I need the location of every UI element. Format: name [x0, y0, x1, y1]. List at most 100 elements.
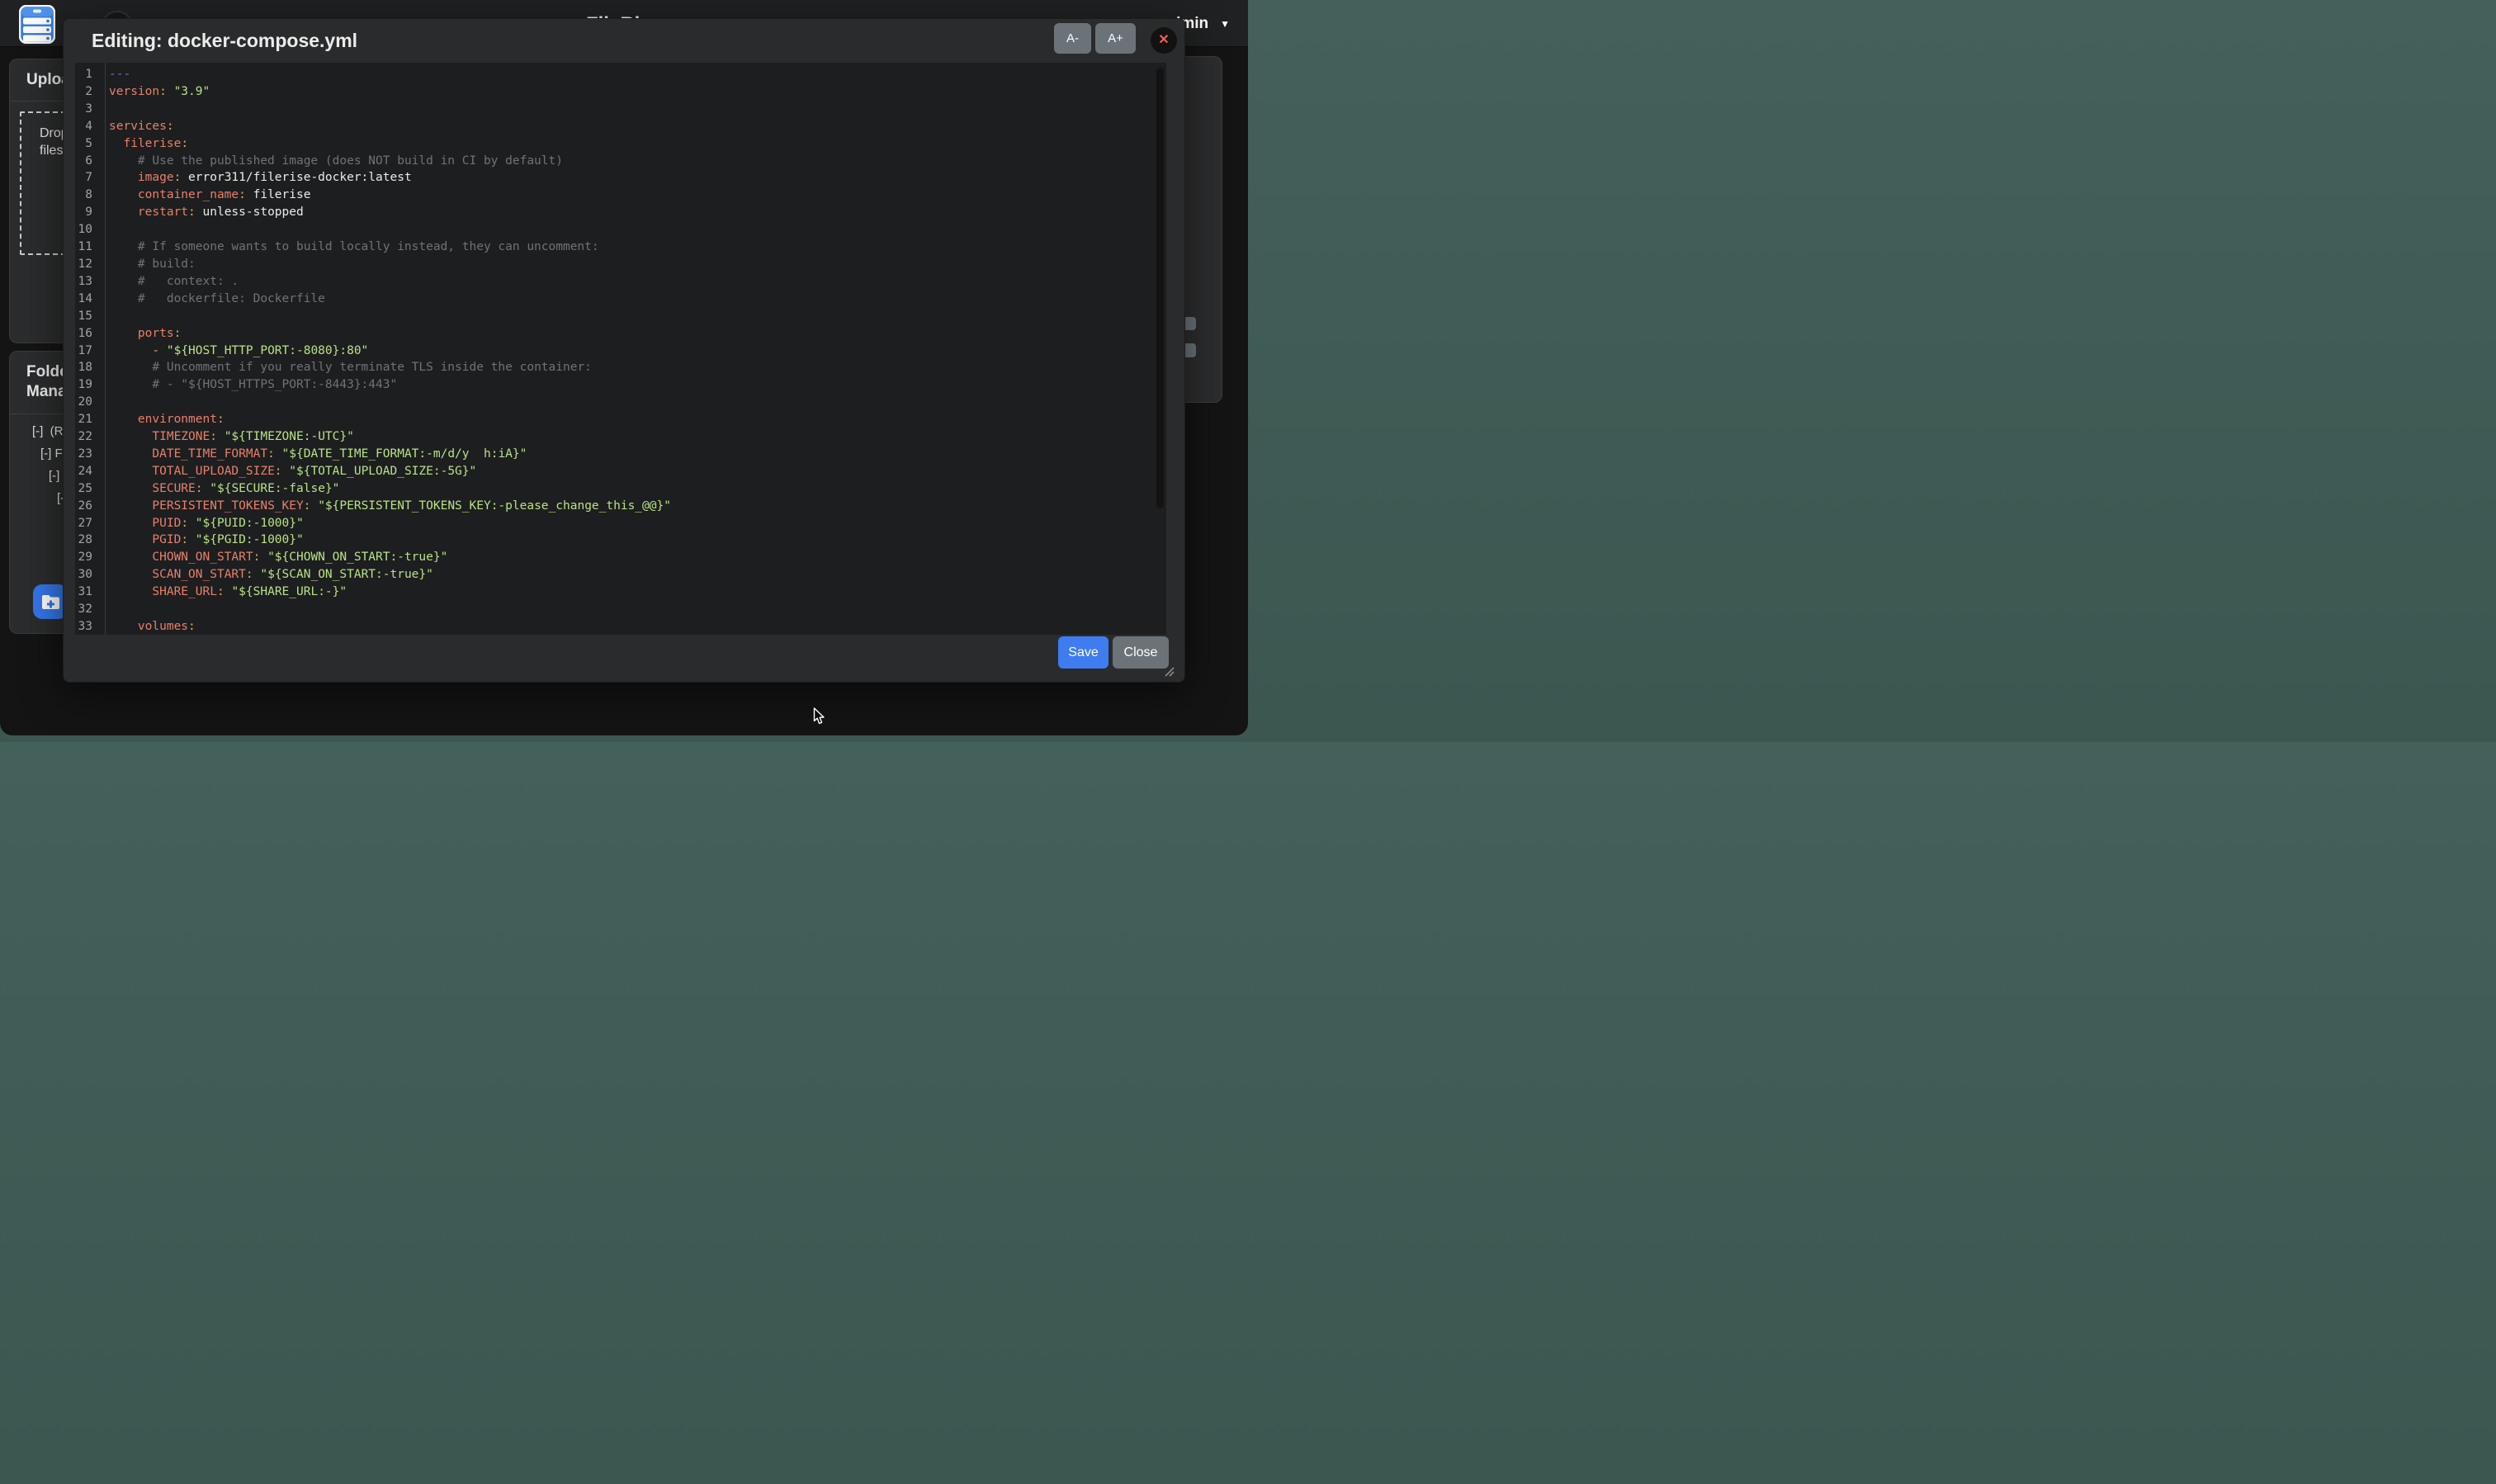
- line-number: 4: [75, 118, 100, 135]
- code-line[interactable]: 18 # Uncomment if you really terminate T…: [75, 359, 1155, 376]
- code-text: [100, 394, 109, 411]
- line-number: 23: [75, 446, 100, 463]
- code-text: SHARE_URL: "${SHARE_URL:-}": [100, 584, 347, 601]
- line-number: 32: [75, 601, 100, 618]
- line-number: 9: [75, 204, 100, 221]
- code-text: CHOWN_ON_START: "${CHOWN_ON_START:-true}…: [100, 549, 447, 566]
- code-line[interactable]: 17 - "${HOST_HTTP_PORT:-8080}:80": [75, 343, 1155, 360]
- line-number: 28: [75, 532, 100, 549]
- code-line[interactable]: 25 SECURE: "${SECURE:-false}": [75, 480, 1155, 498]
- code-line[interactable]: 19 # - "${HOST_HTTPS_PORT:-8443}:443": [75, 376, 1155, 394]
- line-number: 30: [75, 566, 100, 584]
- code-editor[interactable]: 1---2version: "3.9"34services:5 filerise…: [75, 63, 1166, 635]
- line-number: 5: [75, 135, 100, 153]
- code-line[interactable]: 23 DATE_TIME_FORMAT: "${DATE_TIME_FORMAT…: [75, 446, 1155, 463]
- code-text: [100, 601, 109, 618]
- code-line[interactable]: 3: [75, 101, 1155, 118]
- resize-handle[interactable]: [1162, 664, 1175, 677]
- code-lines: 1---2version: "3.9"34services:5 filerise…: [75, 66, 1155, 635]
- line-number: 22: [75, 428, 100, 446]
- code-line[interactable]: 33 volumes:: [75, 618, 1155, 635]
- code-text: [100, 308, 109, 325]
- line-number: 13: [75, 273, 100, 291]
- line-number: 2: [75, 83, 100, 101]
- line-number: 15: [75, 308, 100, 325]
- code-text: PGID: "${PGID:-1000}": [100, 532, 304, 549]
- code-text: # build:: [100, 256, 196, 273]
- code-text: image: error311/filerise-docker:latest: [100, 169, 412, 187]
- line-number: 8: [75, 187, 100, 204]
- code-line[interactable]: 12 # build:: [75, 256, 1155, 273]
- folder-plus-icon: [41, 594, 60, 610]
- line-number: 27: [75, 515, 100, 532]
- code-text: ports:: [100, 325, 181, 343]
- code-line[interactable]: 16 ports:: [75, 325, 1155, 343]
- code-line[interactable]: 4services:: [75, 118, 1155, 135]
- code-line[interactable]: 1---: [75, 66, 1155, 83]
- code-text: services:: [100, 118, 174, 135]
- line-number: 33: [75, 618, 100, 635]
- code-line[interactable]: 6 # Use the published image (does NOT bu…: [75, 153, 1155, 170]
- line-number: 11: [75, 239, 100, 256]
- code-line[interactable]: 31 SHARE_URL: "${SHARE_URL:-}": [75, 584, 1155, 601]
- code-text: environment:: [100, 411, 225, 428]
- line-number: 20: [75, 394, 100, 411]
- line-number: 16: [75, 325, 100, 343]
- code-line[interactable]: 30 SCAN_ON_START: "${SCAN_ON_START:-true…: [75, 566, 1155, 584]
- close-icon[interactable]: ✕: [1151, 27, 1177, 54]
- code-line[interactable]: 29 CHOWN_ON_START: "${CHOWN_ON_START:-tr…: [75, 549, 1155, 566]
- code-line[interactable]: 26 PERSISTENT_TOKENS_KEY: "${PERSISTENT_…: [75, 498, 1155, 515]
- line-number: 24: [75, 463, 100, 480]
- code-line[interactable]: 32: [75, 601, 1155, 618]
- code-line[interactable]: 2version: "3.9": [75, 83, 1155, 101]
- code-text: [100, 101, 109, 118]
- code-line[interactable]: 8 container_name: filerise: [75, 187, 1155, 204]
- font-decrease-button[interactable]: A-: [1054, 23, 1091, 54]
- code-line[interactable]: 10: [75, 221, 1155, 239]
- line-number: 18: [75, 359, 100, 376]
- code-line[interactable]: 14 # dockerfile: Dockerfile: [75, 291, 1155, 308]
- code-line[interactable]: 27 PUID: "${PUID:-1000}": [75, 515, 1155, 532]
- code-text: # dockerfile: Dockerfile: [100, 291, 325, 308]
- code-line[interactable]: 7 image: error311/filerise-docker:latest: [75, 169, 1155, 187]
- code-text: - "${HOST_HTTP_PORT:-8080}:80": [100, 343, 368, 360]
- modal-title: Editing: docker-compose.yml: [92, 30, 357, 52]
- line-number: 6: [75, 153, 100, 170]
- line-number: 12: [75, 256, 100, 273]
- code-text: PERSISTENT_TOKENS_KEY: "${PERSISTENT_TOK…: [100, 498, 671, 515]
- save-button[interactable]: Save: [1058, 636, 1109, 669]
- code-text: # - "${HOST_HTTPS_PORT:-8443}:443": [100, 376, 397, 394]
- line-number: 10: [75, 221, 100, 239]
- line-number: 31: [75, 584, 100, 601]
- code-text: SECURE: "${SECURE:-false}": [100, 480, 339, 498]
- code-text: volumes:: [100, 618, 196, 635]
- code-line[interactable]: 22 TIMEZONE: "${TIMEZONE:-UTC}": [75, 428, 1155, 446]
- code-text: version: "3.9": [100, 83, 210, 101]
- code-line[interactable]: 5 filerise:: [75, 135, 1155, 153]
- editor-scrollbar[interactable]: [1156, 68, 1164, 508]
- line-number: 21: [75, 411, 100, 428]
- line-number: 25: [75, 480, 100, 498]
- code-line[interactable]: 24 TOTAL_UPLOAD_SIZE: "${TOTAL_UPLOAD_SI…: [75, 463, 1155, 480]
- code-line[interactable]: 9 restart: unless-stopped: [75, 204, 1155, 221]
- code-line[interactable]: 21 environment:: [75, 411, 1155, 428]
- code-text: [100, 221, 109, 239]
- code-text: PUID: "${PUID:-1000}": [100, 515, 304, 532]
- line-number: 1: [75, 66, 100, 83]
- line-number: 7: [75, 169, 100, 187]
- line-number: 17: [75, 343, 100, 360]
- code-line[interactable]: 15: [75, 308, 1155, 325]
- code-line[interactable]: 20: [75, 394, 1155, 411]
- filerise-logo-icon[interactable]: [19, 5, 55, 44]
- close-button[interactable]: Close: [1113, 636, 1169, 669]
- code-text: # context: .: [100, 273, 239, 291]
- code-line[interactable]: 11 # If someone wants to build locally i…: [75, 239, 1155, 256]
- line-number: 29: [75, 549, 100, 566]
- code-line[interactable]: 13 # context: .: [75, 273, 1155, 291]
- code-text: SCAN_ON_START: "${SCAN_ON_START:-true}": [100, 566, 433, 584]
- line-number: 26: [75, 498, 100, 515]
- chevron-down-icon: ▼: [1220, 18, 1230, 30]
- code-line[interactable]: 28 PGID: "${PGID:-1000}": [75, 532, 1155, 549]
- code-text: TIMEZONE: "${TIMEZONE:-UTC}": [100, 428, 354, 446]
- font-increase-button[interactable]: A+: [1095, 23, 1136, 54]
